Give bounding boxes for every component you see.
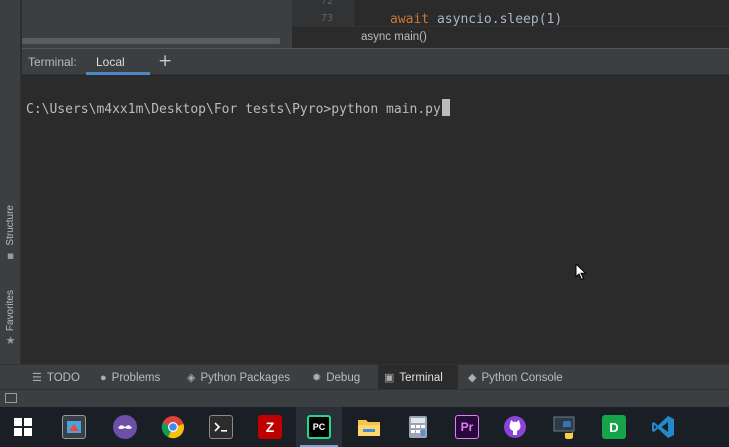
left-tool-stripe: Structure ▪ Favorites ★ (0, 0, 21, 364)
text-caret (441, 99, 450, 116)
breadcrumb[interactable]: async main() (361, 31, 427, 43)
snipping-icon (62, 415, 86, 439)
todo-label: TODO (46, 371, 80, 384)
bug-icon: ✹ (312, 372, 322, 384)
code-text: asyncio.sleep(1) (429, 12, 563, 27)
terminal-body[interactable]: C:\Users\m4xx1m\Desktop\For tests\Pyro>p… (22, 75, 729, 364)
layers-icon: ◈ (187, 372, 196, 384)
pycharm-icon: PC (307, 415, 331, 439)
terminal-tab-label: Local (96, 55, 125, 69)
favorites-label: Favorites (5, 290, 16, 332)
windows-logo-icon (14, 418, 32, 436)
taskbar-github[interactable] (492, 407, 538, 447)
mustache-icon (113, 415, 137, 439)
favorites-tab[interactable]: Favorites ★ (0, 290, 21, 347)
taskbar-pycharm[interactable]: PC (296, 407, 342, 447)
status-bar (0, 389, 729, 407)
terminal-command: python main.py (331, 102, 441, 117)
info-icon: ● (100, 371, 107, 384)
start-button[interactable] (0, 407, 46, 447)
taskbar-chrome[interactable] (150, 407, 196, 447)
python-console-tab[interactable]: ◆ Python Console (462, 365, 569, 390)
python-packages-tab[interactable]: ◈ Python Packages (181, 365, 296, 390)
project-panel (22, 0, 292, 48)
python-icon: ◆ (468, 372, 477, 384)
editor-area: 72 73 await asyncio.sleep(1) async main(… (22, 0, 729, 48)
terminal-header: Terminal: Local + (22, 48, 729, 75)
python-console-label: Python Console (481, 371, 563, 384)
terminal-icon: ▣ (384, 372, 395, 384)
terminal-tool-tab[interactable]: ▣ Terminal (378, 365, 458, 390)
add-tab-button[interactable]: + (158, 51, 172, 71)
taskbar-terminal[interactable] (198, 407, 244, 447)
list-icon: ☰ (32, 372, 42, 384)
line-number: 73 (320, 13, 333, 24)
code-line[interactable]: await asyncio.sleep(1) (390, 12, 562, 27)
horizontal-scrollbar[interactable] (22, 38, 280, 44)
folder-icon (358, 420, 380, 436)
star-icon: ★ (5, 334, 16, 348)
tool-window-bar: ☰ TODO ● Problems ◈ Python Packages ✹ De… (0, 364, 729, 390)
structure-label: Structure (5, 205, 16, 246)
premiere-icon: Pr (455, 415, 479, 439)
taskbar-snipping[interactable] (51, 407, 97, 447)
chrome-icon (161, 416, 184, 439)
python-app-icon (553, 416, 575, 439)
structure-icon: ▪ (6, 248, 15, 262)
windows-taskbar: Z PC Pr D (0, 407, 729, 447)
vscode-icon (652, 416, 674, 438)
problems-label: Problems (111, 371, 161, 384)
terminal-title: Terminal: (28, 55, 77, 69)
debug-label: Debug (326, 371, 361, 384)
python-packages-label: Python Packages (200, 371, 290, 384)
structure-tab[interactable]: Structure ▪ (0, 205, 21, 262)
layout-toggle-icon[interactable] (5, 393, 17, 403)
taskbar-filezilla[interactable]: Z (247, 407, 293, 447)
terminal-tool-label: Terminal (399, 371, 443, 384)
taskbar-calculator[interactable] (395, 407, 441, 447)
problems-tab[interactable]: ● Problems (94, 365, 166, 390)
taskbar-d-app[interactable]: D (591, 407, 637, 447)
terminal-tab-local[interactable]: Local (86, 49, 150, 75)
terminal-prompt-line: C:\Users\m4xx1m\Desktop\For tests\Pyro>p… (26, 99, 450, 117)
taskbar-mustache-app[interactable] (102, 407, 148, 447)
github-icon (504, 416, 526, 438)
taskbar-vscode[interactable] (640, 407, 686, 447)
debug-tab[interactable]: ✹ Debug (306, 365, 366, 390)
filezilla-icon: Z (258, 415, 282, 439)
todo-tab[interactable]: ☰ TODO (26, 365, 86, 390)
mouse-pointer-icon (575, 263, 587, 281)
d-app-icon: D (602, 415, 626, 439)
calculator-icon (409, 416, 427, 438)
terminal-app-icon (209, 415, 233, 439)
code-keyword: await (390, 12, 430, 27)
taskbar-file-explorer[interactable] (346, 407, 392, 447)
editor-gutter: 72 73 (292, 0, 354, 26)
line-number: 72 (320, 0, 333, 7)
breadcrumb-bar: async main() (292, 26, 729, 48)
taskbar-python-ide[interactable] (542, 407, 588, 447)
terminal-prompt: C:\Users\m4xx1m\Desktop\For tests\Pyro> (26, 102, 332, 117)
taskbar-premiere-pro[interactable]: Pr (444, 407, 490, 447)
